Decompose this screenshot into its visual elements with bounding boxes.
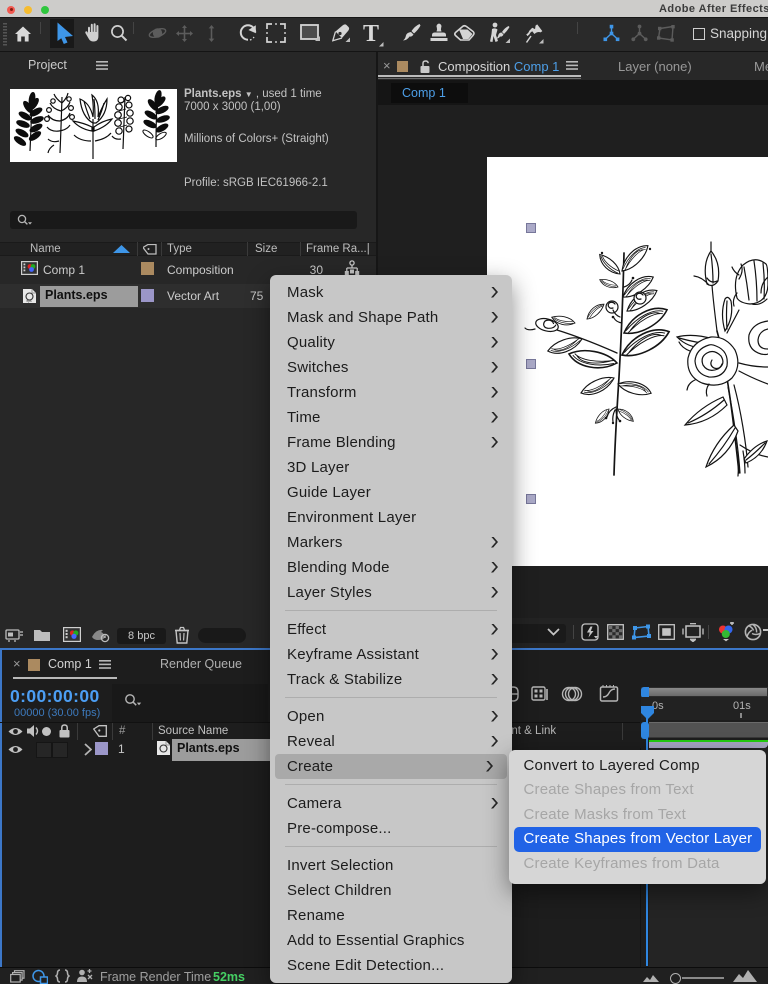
svg-text:eps: eps [27, 299, 33, 303]
